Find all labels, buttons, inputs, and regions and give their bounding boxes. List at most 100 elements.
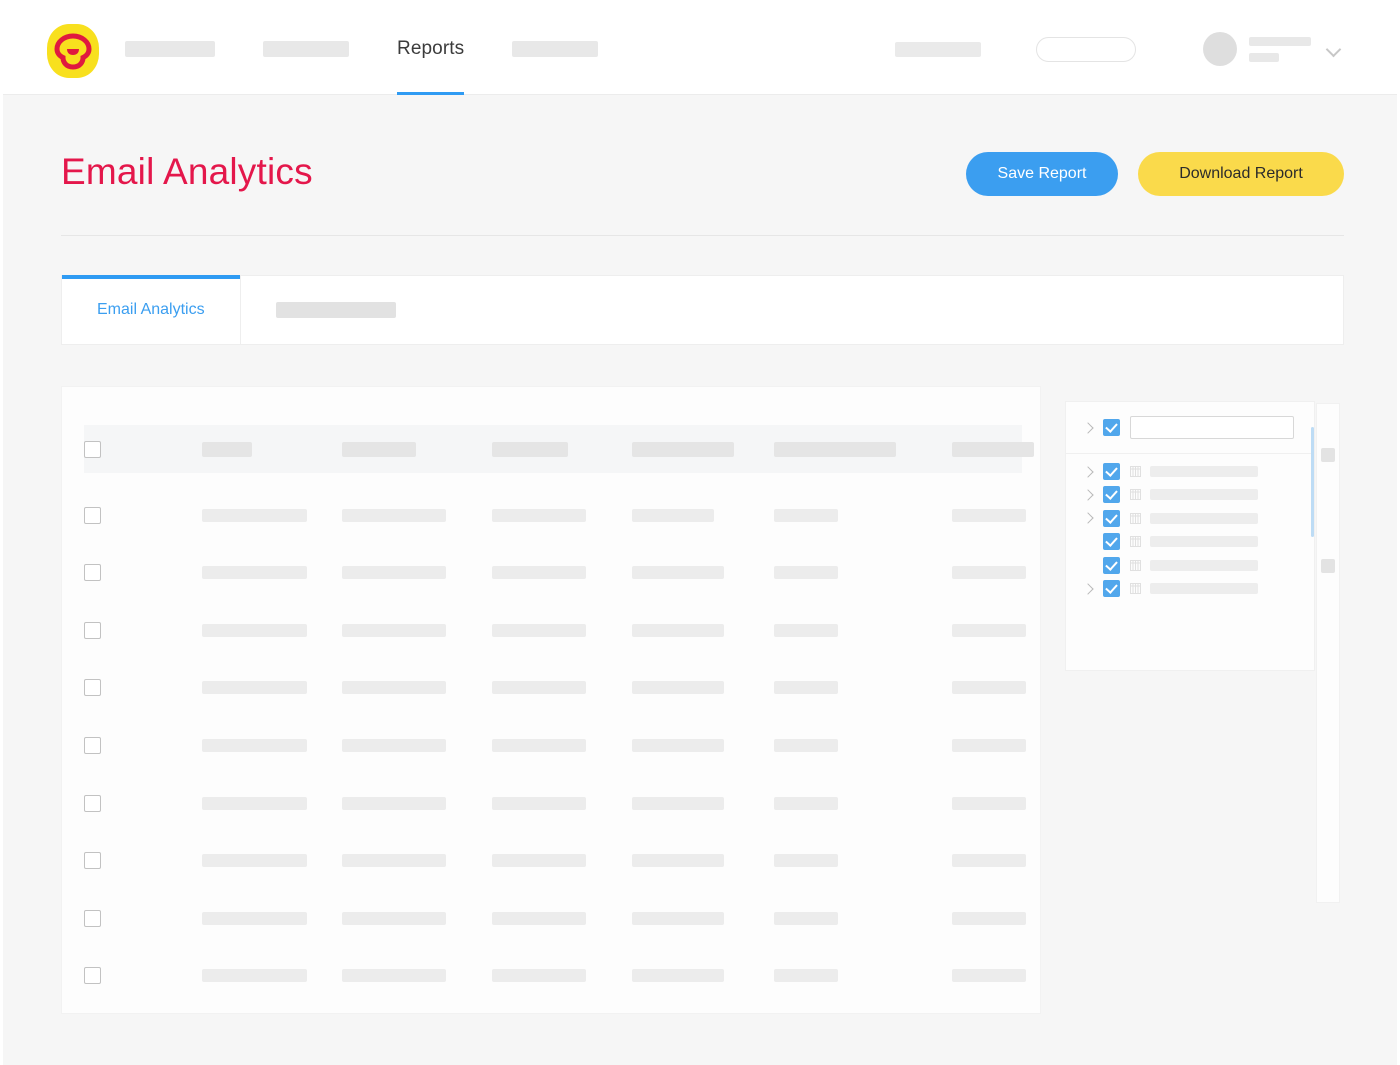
chevron-right-icon[interactable] [1080,420,1096,436]
tree-panel-scrollbar[interactable] [1311,427,1314,537]
table-cell [952,854,1026,868]
tab-secondary[interactable] [241,276,431,344]
save-report-button[interactable]: Save Report [966,152,1118,196]
page-title: Email Analytics [61,151,313,192]
grid-icon [1130,559,1141,571]
table-cell [632,969,724,983]
nav-item-4-placeholder [512,41,599,57]
filter-tree-item[interactable] [1066,577,1314,600]
table-cell [202,566,307,580]
table-cell [774,738,838,752]
table-cell [774,623,838,637]
row-checkbox[interactable] [84,852,101,870]
scroll-thumb-bottom[interactable] [1321,559,1335,573]
filter-tree-item[interactable] [1066,507,1314,530]
filter-select-all-checkbox[interactable] [1103,419,1120,436]
table-header-cell [342,441,416,457]
nav-item-reports[interactable]: Reports [397,3,465,95]
row-checkbox[interactable] [84,506,101,524]
main-nav: Reports [125,3,599,95]
table-cell [342,969,446,983]
table-header-row [84,425,1034,473]
row-checkbox[interactable] [84,794,101,812]
email-analytics-table-card [61,386,1041,1014]
filter-item-checkbox[interactable] [1103,463,1120,480]
table-cell [202,738,307,752]
nav-item-1-placeholder [125,41,215,57]
filter-item-label-placeholder [1150,536,1258,548]
side-scroll-panel [1316,403,1340,903]
row-checkbox[interactable] [84,909,101,927]
row-checkbox[interactable] [84,679,101,697]
table-cell [632,566,724,580]
download-report-button[interactable]: Download Report [1138,152,1344,196]
chevron-right-icon[interactable] [1080,510,1096,526]
filter-item-checkbox[interactable] [1103,580,1120,597]
table-cell [202,969,307,983]
filter-tree-item[interactable] [1066,460,1314,483]
filter-item-checkbox[interactable] [1103,486,1120,504]
surveymonkey-logo[interactable] [45,22,101,80]
filter-item-label-placeholder [1150,559,1258,571]
filter-item-label-placeholder [1150,583,1258,594]
table-cell [774,854,838,868]
row-checkbox[interactable] [84,967,101,985]
nav-item-2[interactable] [263,3,349,95]
table-cell [952,566,1026,580]
filter-tree-item[interactable] [1066,483,1314,506]
tab-email-analytics-label: Email Analytics [97,301,205,318]
filter-item-label-placeholder [1150,489,1258,501]
scroll-thumb-top[interactable] [1321,448,1335,462]
table-row[interactable] [84,497,1026,533]
tab-email-analytics[interactable]: Email Analytics [62,275,241,344]
avatar[interactable] [1203,32,1237,66]
table-row[interactable] [84,785,1026,821]
table-cell [632,854,724,868]
select-all-checkbox[interactable] [84,440,101,458]
tab-secondary-placeholder [275,302,396,318]
nav-item-4[interactable] [512,3,599,95]
table-cell [632,796,724,810]
tab-active-indicator [62,275,240,279]
table-row[interactable] [84,843,1026,879]
table-cell [952,508,1026,522]
row-checkbox[interactable] [84,564,101,582]
filter-item-checkbox[interactable] [1103,509,1120,527]
row-checkbox[interactable] [84,736,101,754]
chevron-right-icon[interactable] [1080,464,1096,480]
grid-icon [1130,512,1141,524]
filter-search-input[interactable] [1130,416,1294,439]
nav-item-1[interactable] [125,3,215,95]
table-cell [202,911,307,925]
table-cell [774,508,838,522]
filter-tree-item[interactable] [1066,554,1314,577]
table-row[interactable] [84,612,1026,648]
table-cell [952,911,1026,925]
table-cell [774,681,838,695]
table-cell [492,508,586,522]
filter-item-checkbox[interactable] [1103,533,1120,551]
table-row[interactable] [84,900,1026,936]
top-navigation-bar: Reports [3,3,1397,95]
table-row[interactable] [84,670,1026,706]
table-cell [774,911,838,925]
row-checkbox[interactable] [84,621,101,639]
header-text-placeholder [895,41,981,57]
table-row[interactable] [84,727,1026,763]
table-cell [952,796,1026,810]
header-upgrade-pill-button[interactable] [1036,36,1136,62]
table-cell [492,681,586,695]
chevron-down-icon[interactable] [1327,42,1341,56]
table-cell [952,681,1026,695]
table-row[interactable] [84,555,1026,591]
chevron-right-icon[interactable] [1080,487,1096,503]
table-cell [952,738,1026,752]
filter-tree-item[interactable] [1066,530,1314,553]
nav-active-indicator [397,92,465,95]
table-row[interactable] [84,958,1026,994]
table-cell [952,969,1026,983]
table-header-cell [632,441,734,457]
table-cell [492,566,586,580]
chevron-right-icon[interactable] [1080,581,1096,597]
filter-item-checkbox[interactable] [1103,556,1120,574]
